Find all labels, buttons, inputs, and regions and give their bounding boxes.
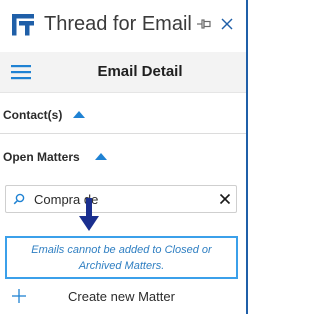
page-title: Email Detail bbox=[97, 63, 183, 80]
plus-icon bbox=[12, 289, 26, 303]
pin-icon[interactable] bbox=[196, 17, 212, 31]
matter-search-box[interactable] bbox=[5, 185, 237, 213]
create-new-matter-button[interactable]: Create new Matter bbox=[0, 285, 246, 311]
title-bar: Thread for Email bbox=[0, 0, 246, 48]
notice-message: Emails cannot be added to Closed or Arch… bbox=[5, 236, 238, 279]
notice-text: Emails cannot be added to Closed or Arch… bbox=[31, 244, 212, 272]
thread-logo-icon bbox=[12, 14, 34, 36]
create-new-matter-label: Create new Matter bbox=[68, 289, 175, 304]
thread-task-pane: Thread for Email Email Detail Contact(s)… bbox=[0, 0, 248, 314]
chevron-up-icon[interactable] bbox=[94, 152, 108, 162]
clear-icon[interactable] bbox=[219, 193, 231, 205]
open-matters-section-label: Open Matters bbox=[3, 150, 80, 164]
close-icon[interactable] bbox=[220, 17, 234, 31]
contacts-section-label: Contact(s) bbox=[3, 108, 63, 122]
app-title: Thread for Email bbox=[44, 13, 192, 35]
search-icon bbox=[13, 193, 25, 205]
down-arrow-icon bbox=[79, 198, 99, 231]
header-bar: Email Detail bbox=[0, 52, 246, 93]
pane-border bbox=[246, 0, 248, 314]
section-divider bbox=[0, 133, 246, 134]
chevron-up-icon[interactable] bbox=[72, 110, 86, 120]
contacts-section-header[interactable]: Contact(s) bbox=[0, 98, 246, 134]
open-matters-section-header[interactable]: Open Matters bbox=[0, 140, 246, 176]
matter-search-input[interactable] bbox=[34, 190, 204, 208]
